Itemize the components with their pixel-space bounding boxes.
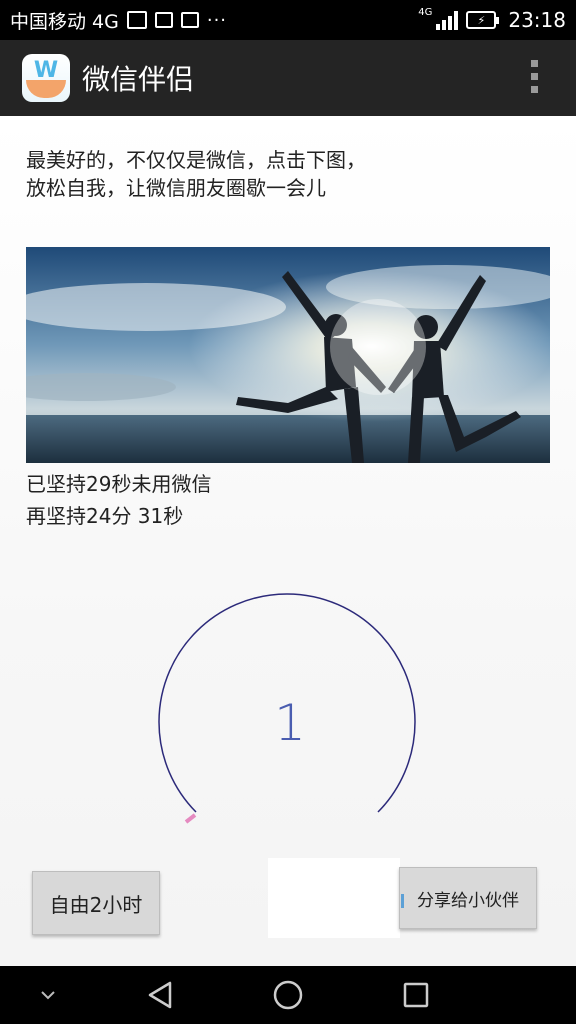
battery-icon: ⚡ [466, 11, 500, 29]
chevron-down-icon[interactable] [28, 966, 68, 1024]
share-button[interactable]: 分享给小伙伴 [399, 867, 537, 929]
more-dots-icon: ··· [206, 9, 228, 31]
couple-jumping-beach-photo[interactable] [26, 247, 550, 463]
elapsed-status-text: 已坚持29秒未用微信 [26, 472, 212, 496]
network-type: 4G [418, 6, 433, 18]
counter-value: 1 [274, 694, 306, 752]
remaining-status-text: 再坚持24分 31秒 [26, 504, 184, 528]
app-title: 微信伴侣 [82, 63, 195, 96]
recents-icon[interactable] [394, 966, 438, 1024]
gallery-icon [126, 11, 147, 29]
clock: 23:18 [508, 8, 566, 32]
share-accent-icon [401, 894, 404, 908]
status-bar: 中国移动 4G ··· 4G ⚡ 23:18 [0, 0, 576, 40]
copy-icon [180, 12, 199, 28]
app-bar: W 微信伴侣 [0, 40, 576, 116]
free-two-hours-button[interactable]: 自由2小时 [32, 871, 160, 935]
share-button-label: 分享给小伙伴 [417, 890, 519, 911]
signal-icon [436, 10, 459, 30]
intro-text: 最美好的，不仅仅是微信，点击下图， 放松自我，让微信朋友圈歇一会儿 [26, 148, 366, 200]
back-icon[interactable] [140, 966, 180, 1024]
home-icon[interactable] [266, 966, 310, 1024]
main-content: 最美好的，不仅仅是微信，点击下图， 放松自我，让微信朋友圈歇一会儿 已坚持29秒… [0, 116, 576, 966]
overflow-menu-icon[interactable] [531, 60, 538, 93]
keyboard-icon [154, 12, 173, 28]
carrier-label: 中国移动 4G [10, 10, 119, 33]
dial-tick [184, 813, 197, 824]
wechat-companion-logo-icon: W [22, 54, 70, 102]
navigation-bar [0, 966, 576, 1024]
share-button-backdrop [268, 858, 400, 938]
